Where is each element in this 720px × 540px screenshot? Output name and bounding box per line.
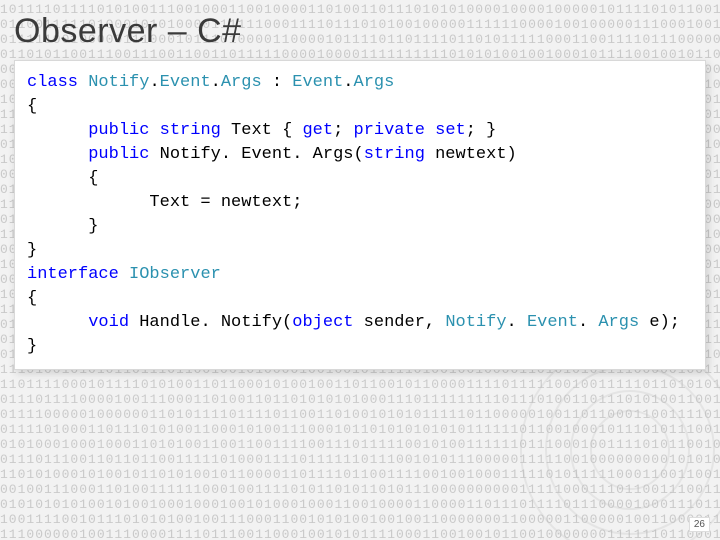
code-line: }: [27, 335, 693, 359]
code-line: class Notify.Event.Args : Event.Args: [27, 71, 693, 95]
code-line: void Handle. Notify(object sender, Notif…: [27, 311, 693, 335]
code-line: {: [27, 95, 693, 119]
code-block: class Notify.Event.Args : Event.Args{ pu…: [14, 60, 706, 370]
code-line: public Notify. Event. Args(string newtex…: [27, 143, 693, 167]
slide-title: Observer – C#: [14, 12, 242, 51]
code-line: Text = newtext;: [27, 191, 693, 215]
page-number: 26: [689, 517, 710, 532]
code-line: }: [27, 239, 693, 263]
code-line: {: [27, 167, 693, 191]
code-line: public string Text { get; private set; }: [27, 119, 693, 143]
code-line: interface IObserver: [27, 263, 693, 287]
code-line: }: [27, 215, 693, 239]
corner-ornament: [520, 340, 720, 540]
code-line: {: [27, 287, 693, 311]
